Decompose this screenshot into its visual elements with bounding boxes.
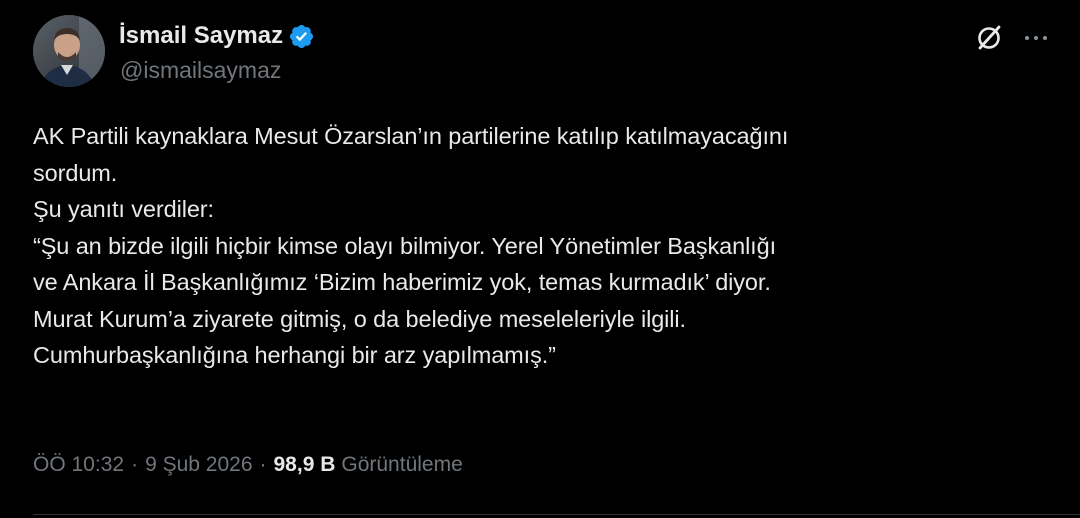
tweet-meta: ÖÖ 10:32 · 9 Şub 2026 · 98,9 B Görüntüle… [33, 450, 463, 480]
dot [1025, 36, 1029, 40]
dot [1043, 36, 1047, 40]
tweet-card: İsmail Saymaz @ismailsaymaz AK Partili k… [0, 0, 1080, 518]
grok-icon[interactable] [973, 22, 1005, 54]
tweet-text: AK Partili kaynaklara Mesut Özarslan’ın … [33, 118, 1063, 374]
tweet-text-line: Murat Kurum’a ziyarete gitmiş, o da bele… [33, 305, 686, 332]
tweet-text-line: “Şu an bizde ilgili hiçbir kimse olayı b… [33, 232, 777, 259]
verified-badge-icon[interactable] [288, 23, 315, 50]
author-handle[interactable]: @ismailsaymaz [120, 56, 281, 84]
tweet-time[interactable]: ÖÖ 10:32 [33, 450, 124, 480]
meta-separator: · [259, 453, 267, 476]
author-display-name[interactable]: İsmail Saymaz [119, 20, 283, 52]
views-label: Görüntüleme [341, 453, 463, 476]
author-name-row: İsmail Saymaz [119, 20, 315, 52]
tweet-text-line: Şu yanıtı verdiler: [33, 196, 214, 222]
tweet-text-line: ve Ankara İl Başkanlığımız ‘Bizim haberi… [33, 269, 771, 295]
tweet-text-line: Cumhurbaşkanlığına herhangi bir arz yapı… [33, 342, 556, 368]
tweet-text-line: sordum. [33, 159, 118, 186]
divider [33, 514, 1080, 515]
avatar[interactable] [33, 15, 105, 87]
tweet-text-line: AK Partili kaynaklara Mesut Özarslan’ın … [33, 123, 789, 149]
dot [1034, 36, 1038, 40]
tweet-date[interactable]: 9 Şub 2026 [145, 450, 252, 480]
meta-separator: · [131, 453, 139, 476]
avatar-image [33, 15, 105, 87]
views-count[interactable]: 98,9 B [274, 450, 336, 480]
more-options-icon[interactable] [1020, 22, 1052, 54]
